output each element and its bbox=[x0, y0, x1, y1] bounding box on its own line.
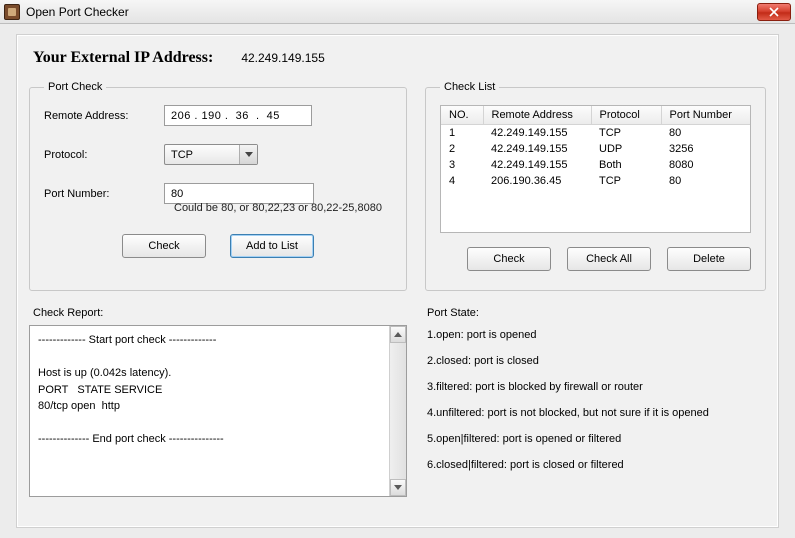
table-cell: 206.190.36.45 bbox=[483, 173, 591, 189]
external-ip-line: Your External IP Address: 42.249.149.155 bbox=[33, 49, 766, 67]
table-cell: TCP bbox=[591, 173, 661, 189]
port-state-line: 3.filtered: port is blocked by firewall … bbox=[427, 381, 766, 393]
window-title: Open Port Checker bbox=[26, 5, 129, 19]
port-state-info: Port State: 1.open: port is opened 2.clo… bbox=[425, 307, 766, 485]
check-list-group: Check List NO. Remote Address Protocol P… bbox=[425, 81, 766, 291]
check-list-grid[interactable]: NO. Remote Address Protocol Port Number … bbox=[440, 105, 751, 233]
table-cell: 42.249.149.155 bbox=[483, 141, 591, 157]
table-row[interactable]: 342.249.149.155Both8080 bbox=[441, 157, 750, 173]
check-list-legend: Check List bbox=[440, 81, 499, 93]
port-state-line: 6.closed|filtered: port is closed or fil… bbox=[427, 459, 766, 471]
check-button[interactable]: Check bbox=[122, 234, 206, 258]
port-hint: Could be 80, or 80,22,23 or 80,22-25,808… bbox=[174, 202, 392, 214]
col-protocol[interactable]: Protocol bbox=[591, 106, 661, 125]
protocol-label: Protocol: bbox=[44, 149, 154, 161]
table-cell: 3 bbox=[441, 157, 483, 173]
table-cell: Both bbox=[591, 157, 661, 173]
close-button[interactable] bbox=[757, 3, 791, 21]
port-number-input[interactable] bbox=[164, 183, 314, 204]
table-cell: 1 bbox=[441, 125, 483, 141]
port-number-label: Port Number: bbox=[44, 188, 154, 200]
check-report-textarea[interactable]: ------------- Start port check ---------… bbox=[29, 325, 407, 497]
port-state-line: 4.unfiltered: port is not blocked, but n… bbox=[427, 407, 766, 419]
table-cell: TCP bbox=[591, 125, 661, 141]
table-cell: 3256 bbox=[661, 141, 750, 157]
port-state-line: 1.open: port is opened bbox=[427, 329, 766, 341]
port-check-legend: Port Check bbox=[44, 81, 106, 93]
port-state-line: 5.open|filtered: port is opened or filte… bbox=[427, 433, 766, 445]
table-cell: 8080 bbox=[661, 157, 750, 173]
table-row[interactable]: 242.249.149.155UDP3256 bbox=[441, 141, 750, 157]
external-ip-label: Your External IP Address: bbox=[33, 49, 213, 67]
add-to-list-button[interactable]: Add to List bbox=[230, 234, 314, 258]
table-cell: 80 bbox=[661, 173, 750, 189]
delete-button[interactable]: Delete bbox=[667, 247, 751, 271]
remote-address-label: Remote Address: bbox=[44, 110, 154, 122]
table-cell: 42.249.149.155 bbox=[483, 157, 591, 173]
main-panel: Your External IP Address: 42.249.149.155… bbox=[16, 34, 779, 528]
chevron-down-icon bbox=[239, 145, 257, 164]
check-all-button[interactable]: Check All bbox=[567, 247, 651, 271]
check-report-text: ------------- Start port check ---------… bbox=[38, 334, 224, 445]
scrollbar[interactable] bbox=[389, 326, 406, 496]
protocol-select[interactable]: TCP bbox=[164, 144, 258, 165]
table-row[interactable]: 4206.190.36.45TCP80 bbox=[441, 173, 750, 189]
col-remote-address[interactable]: Remote Address bbox=[483, 106, 591, 125]
titlebar: Open Port Checker bbox=[0, 0, 795, 24]
table-cell: 42.249.149.155 bbox=[483, 125, 591, 141]
port-state-header: Port State: bbox=[427, 307, 766, 319]
check-report-label: Check Report: bbox=[33, 307, 407, 319]
col-no[interactable]: NO. bbox=[441, 106, 483, 125]
app-icon bbox=[4, 4, 20, 20]
table-cell: UDP bbox=[591, 141, 661, 157]
close-icon bbox=[769, 7, 779, 17]
col-port-number[interactable]: Port Number bbox=[661, 106, 750, 125]
protocol-value: TCP bbox=[165, 149, 193, 161]
scroll-down-icon[interactable] bbox=[390, 479, 406, 496]
table-cell: 4 bbox=[441, 173, 483, 189]
remote-address-input[interactable] bbox=[164, 105, 312, 126]
external-ip-value: 42.249.149.155 bbox=[241, 51, 324, 65]
port-state-line: 2.closed: port is closed bbox=[427, 355, 766, 367]
port-check-group: Port Check Remote Address: Protocol: TCP… bbox=[29, 81, 407, 291]
table-cell: 2 bbox=[441, 141, 483, 157]
table-cell: 80 bbox=[661, 125, 750, 141]
scroll-up-icon[interactable] bbox=[390, 326, 406, 343]
table-row[interactable]: 142.249.149.155TCP80 bbox=[441, 125, 750, 141]
list-check-button[interactable]: Check bbox=[467, 247, 551, 271]
